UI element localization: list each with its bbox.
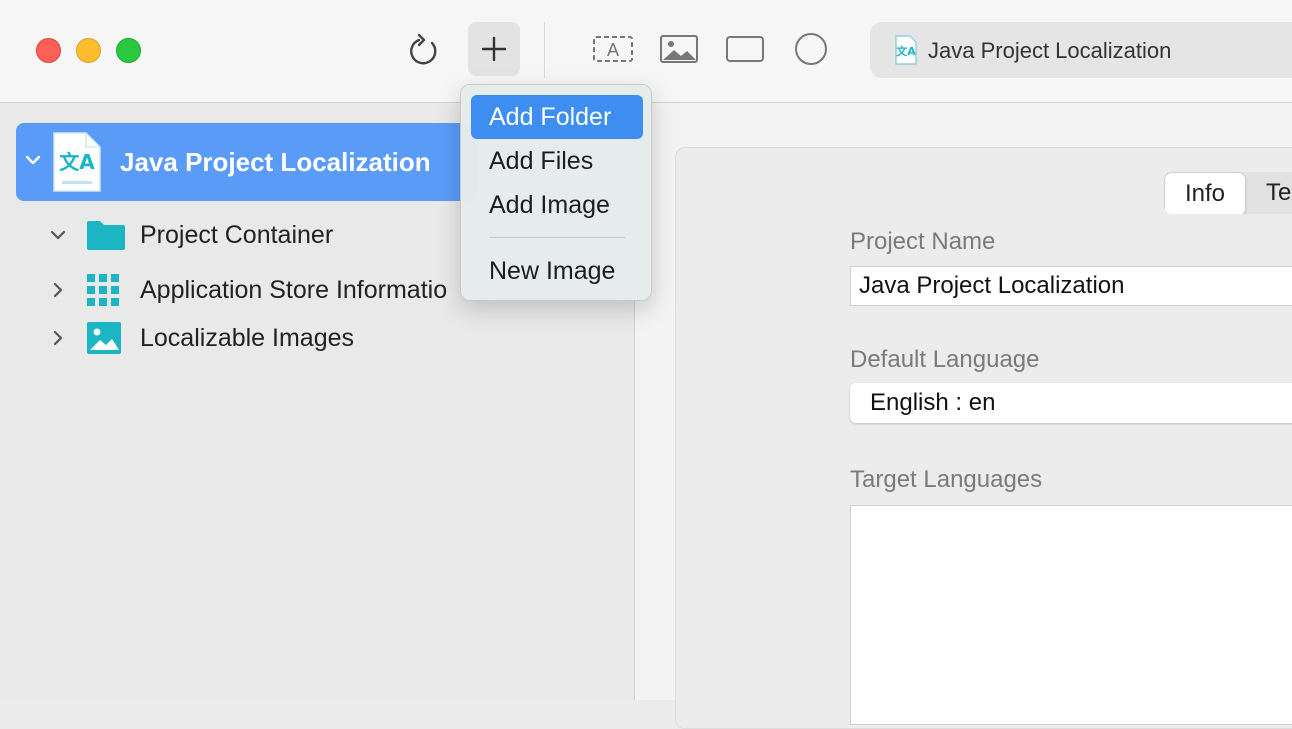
default-language-label: Default Language <box>850 346 1040 373</box>
project-file-icon: 文A <box>52 131 102 198</box>
sidebar-item-label: Project Container <box>140 220 334 249</box>
main-content: Info Texts Project Name Java Project Loc… <box>635 103 1292 729</box>
sidebar-item-project-root[interactable]: 文A Java Project Localization <box>16 123 478 201</box>
plus-icon <box>481 36 507 62</box>
image-icon <box>86 321 126 355</box>
tab-texts[interactable]: Texts <box>1246 172 1292 214</box>
svg-text:文A: 文A <box>896 44 916 58</box>
reload-button[interactable] <box>402 28 446 72</box>
reload-icon <box>410 33 437 65</box>
chevron-right-icon[interactable] <box>48 329 68 347</box>
toolbar-divider <box>544 22 545 78</box>
project-name-field[interactable]: Java Project Localization <box>850 266 1292 306</box>
window-title-bar: 文A Java Project Localization <box>870 22 1292 78</box>
target-languages-list[interactable] <box>850 505 1292 725</box>
sidebar-item-label: Localizable Images <box>140 323 355 352</box>
rectangle-tool-button[interactable] <box>722 30 768 68</box>
chevron-right-icon[interactable] <box>48 281 68 299</box>
rectangle-tool-icon <box>726 36 764 62</box>
minimize-window-button[interactable] <box>76 38 101 63</box>
project-name-label: Project Name <box>850 228 996 255</box>
sidebar-item-localizable-images[interactable]: Localizable Images <box>48 318 354 358</box>
image-tool-button[interactable] <box>656 30 702 68</box>
target-languages-label: Target Languages <box>850 466 1043 493</box>
window-title: Java Project Localization <box>928 38 1172 63</box>
tab-info[interactable]: Info <box>1164 172 1247 214</box>
sidebar-item-project-container[interactable]: Project Container <box>48 215 333 255</box>
menu-item-new-image[interactable]: New Image <box>471 249 643 293</box>
close-window-button[interactable] <box>36 38 61 63</box>
text-tool-button[interactable]: A <box>590 30 636 68</box>
text-tool-icon: A <box>593 36 633 62</box>
sidebar-item-label: Application Store Informatio <box>140 275 448 304</box>
default-language-select[interactable]: English : en <box>850 383 1292 423</box>
menu-separator <box>489 237 625 238</box>
circle-tool-icon <box>795 33 827 65</box>
circle-tool-button[interactable] <box>788 30 834 68</box>
info-panel: Info Texts Project Name Java Project Loc… <box>675 147 1292 729</box>
sidebar-item-application-store-information[interactable]: Application Store Informatio <box>48 270 447 310</box>
menu-item-add-files[interactable]: Add Files <box>471 139 643 183</box>
menu-item-add-image[interactable]: Add Image <box>471 183 643 227</box>
tab-bar: Info Texts <box>1164 172 1292 214</box>
image-tool-icon <box>660 35 698 63</box>
chevron-down-icon[interactable] <box>48 226 68 244</box>
svg-text:A: A <box>607 40 619 60</box>
document-icon: 文A <box>894 35 918 70</box>
sidebar-root-label: Java Project Localization <box>120 147 431 177</box>
chevron-down-icon[interactable] <box>24 151 42 174</box>
svg-text:文A: 文A <box>59 150 95 174</box>
add-menu: Add Folder Add Files Add Image New Image <box>460 84 652 301</box>
grid-icon <box>86 273 126 307</box>
add-button[interactable] <box>468 22 520 76</box>
folder-icon <box>86 219 126 251</box>
maximize-window-button[interactable] <box>116 38 141 63</box>
menu-item-add-folder[interactable]: Add Folder <box>471 95 643 139</box>
